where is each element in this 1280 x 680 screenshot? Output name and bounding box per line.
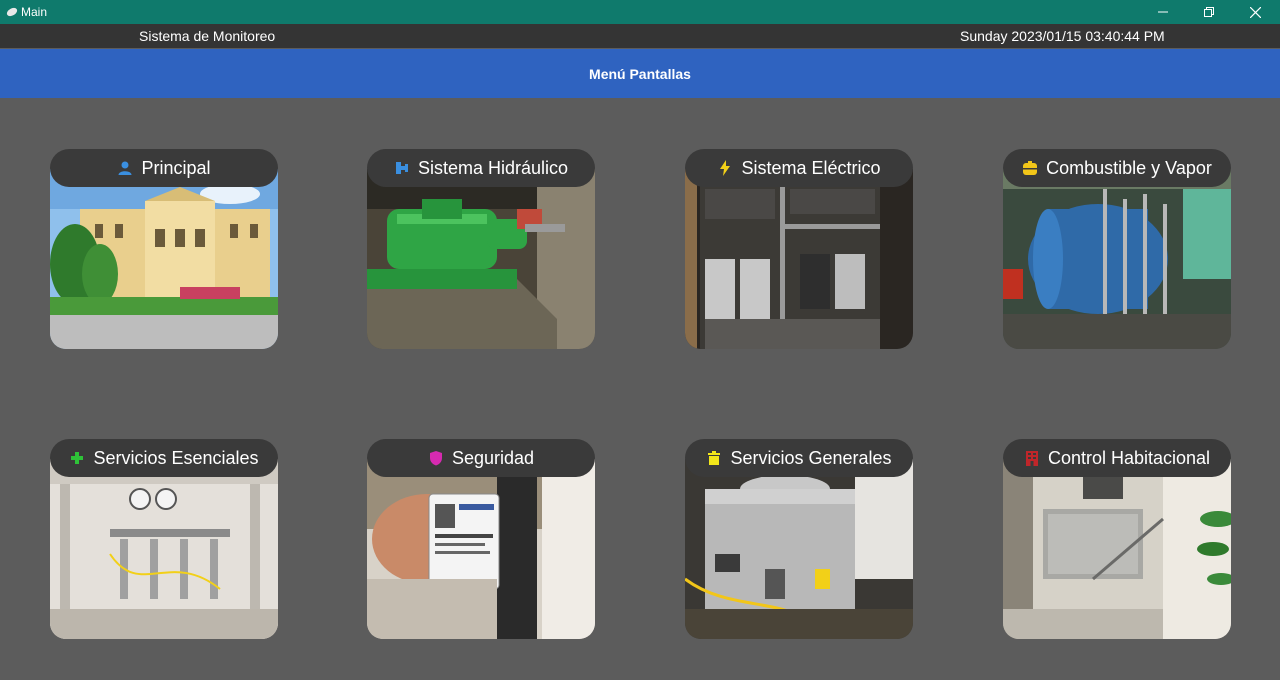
window-titlebar: Main bbox=[0, 0, 1280, 24]
card-sistema-hidraulico-label: Sistema Hidráulico bbox=[367, 149, 595, 187]
tank-icon bbox=[1022, 160, 1038, 176]
trash-icon bbox=[706, 450, 722, 466]
card-seguridad-label: Seguridad bbox=[367, 439, 595, 477]
hidraulico-photo bbox=[367, 169, 595, 349]
card-principal-label: Principal bbox=[50, 149, 278, 187]
card-seguridad-text: Seguridad bbox=[451, 447, 535, 468]
card-servicios-generales-label: Servicios Generales bbox=[685, 439, 913, 477]
system-name: Sistema de Monitoreo bbox=[139, 28, 276, 44]
card-combustible-vapor-label: Combustible y Vapor bbox=[1003, 149, 1231, 187]
esenciales-photo bbox=[50, 459, 278, 639]
combustible-photo bbox=[1003, 169, 1231, 349]
card-control-habitacional-label: Control Habitacional bbox=[1003, 439, 1231, 477]
menu-header: Menú Pantallas bbox=[0, 49, 1280, 98]
seguridad-photo bbox=[367, 459, 595, 639]
card-principal[interactable]: Principal bbox=[50, 149, 278, 349]
card-servicios-esenciales[interactable]: Servicios Esenciales bbox=[50, 439, 278, 639]
card-servicios-generales-text: Servicios Generales bbox=[730, 447, 892, 468]
shield-icon bbox=[428, 450, 444, 466]
card-control-habitacional[interactable]: Control Habitacional bbox=[1003, 439, 1231, 639]
card-sistema-hidraulico[interactable]: Sistema Hidráulico bbox=[367, 149, 595, 349]
plus-icon bbox=[69, 450, 85, 466]
habitacional-photo bbox=[1003, 459, 1231, 639]
card-control-habitacional-text: Control Habitacional bbox=[1047, 447, 1211, 468]
principal-photo bbox=[50, 169, 278, 349]
window-title: Main bbox=[21, 5, 48, 19]
building-icon bbox=[1024, 450, 1040, 466]
card-combustible-vapor[interactable]: Combustible y Vapor bbox=[1003, 149, 1231, 349]
card-sistema-hidraulico-text: Sistema Hidráulico bbox=[417, 157, 569, 178]
person-icon bbox=[117, 160, 133, 176]
card-servicios-esenciales-label: Servicios Esenciales bbox=[50, 439, 278, 477]
card-servicios-esenciales-text: Servicios Esenciales bbox=[93, 447, 259, 468]
card-seguridad[interactable]: Seguridad bbox=[367, 439, 595, 639]
minimize-button[interactable] bbox=[1140, 0, 1186, 24]
minimize-icon bbox=[1158, 11, 1168, 13]
menu-title: Menú Pantallas bbox=[589, 65, 691, 82]
info-bar: Sistema de Monitoreo Sunday 2023/01/15 0… bbox=[0, 24, 1280, 48]
close-icon bbox=[1249, 6, 1261, 18]
card-principal-text: Principal bbox=[141, 157, 211, 178]
card-servicios-generales[interactable]: Servicios Generales bbox=[685, 439, 913, 639]
datetime-display: Sunday 2023/01/15 03:40:44 PM bbox=[960, 28, 1165, 44]
card-sistema-electrico-text: Sistema Eléctrico bbox=[741, 157, 881, 178]
app-icon bbox=[6, 5, 18, 17]
card-sistema-electrico[interactable]: Sistema Eléctrico bbox=[685, 149, 913, 349]
generales-photo bbox=[685, 459, 913, 639]
restore-icon bbox=[1204, 7, 1214, 17]
card-sistema-electrico-label: Sistema Eléctrico bbox=[685, 149, 913, 187]
restore-button[interactable] bbox=[1186, 0, 1232, 24]
card-combustible-vapor-text: Combustible y Vapor bbox=[1046, 157, 1212, 178]
electrico-photo bbox=[685, 169, 913, 349]
lightning-icon bbox=[717, 160, 733, 176]
pipe-icon bbox=[394, 160, 410, 176]
close-button[interactable] bbox=[1232, 0, 1278, 24]
